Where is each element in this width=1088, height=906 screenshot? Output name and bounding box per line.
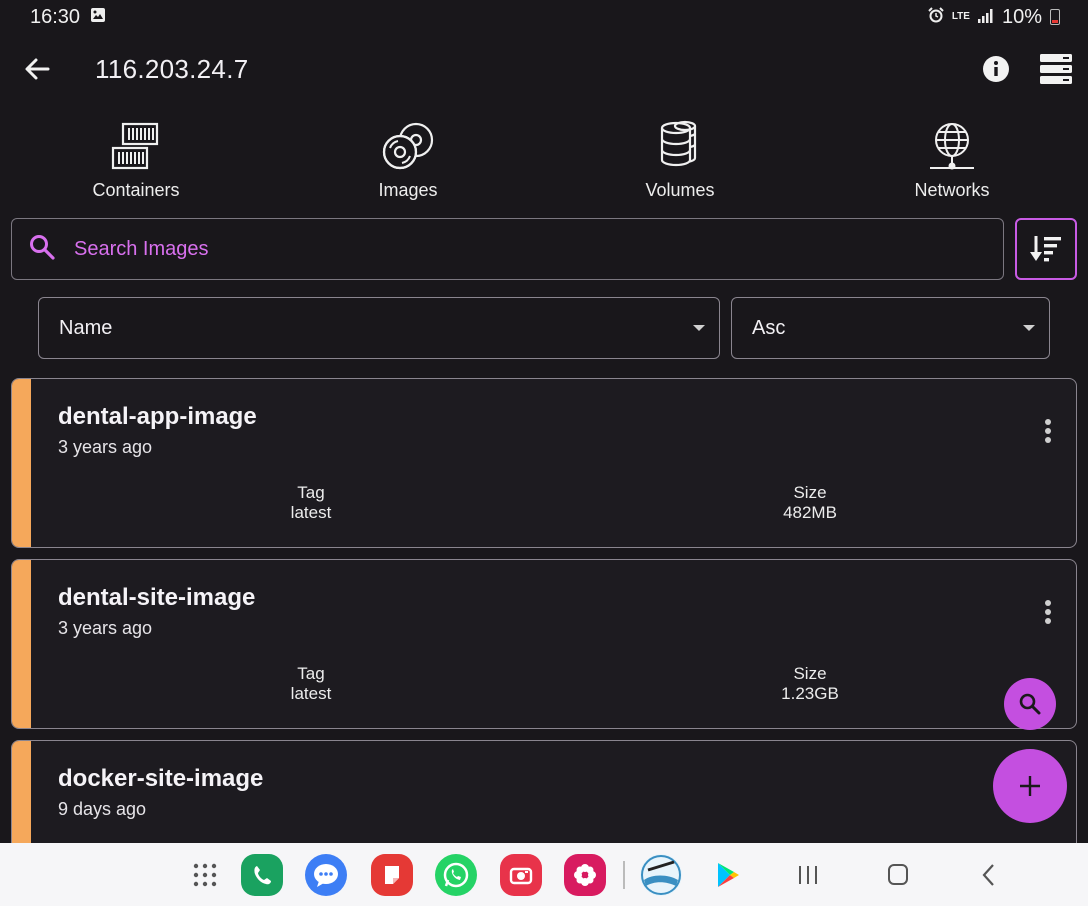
tab-networks-label: Networks (914, 180, 990, 200)
camera-app[interactable] (500, 854, 542, 896)
whatsapp-icon (443, 862, 469, 888)
images-icon (382, 122, 434, 170)
battery-level: 10% (1001, 5, 1042, 28)
image-age: 3 years ago (58, 618, 153, 638)
lifetime-app[interactable] (640, 854, 682, 896)
search-input[interactable] (74, 237, 954, 261)
phone-app[interactable] (241, 854, 283, 896)
gallery-notification-icon (90, 6, 106, 29)
sort-icon (1030, 236, 1061, 262)
volumes-icon (660, 120, 697, 167)
app-drawer-icon (193, 863, 217, 887)
more-options-button[interactable] (1038, 417, 1058, 447)
notes-icon (385, 866, 399, 884)
flower-icon (574, 864, 596, 886)
image-name: dental-app-image (58, 403, 257, 430)
sort-button[interactable] (1015, 218, 1077, 280)
tab-images-label: Images (378, 180, 438, 200)
signal-icon (977, 6, 994, 29)
more-vert-icon (1045, 600, 1051, 624)
sort-field-value: Name (59, 316, 113, 339)
size-column: Size 1.23GB (710, 664, 910, 704)
info-icon (983, 56, 1009, 82)
tag-value: latest (290, 684, 332, 703)
search-fab[interactable] (1004, 678, 1056, 730)
size-label: Size (793, 664, 827, 683)
status-stripe (12, 560, 31, 728)
plus-icon (1020, 776, 1040, 796)
size-label: Size (793, 483, 827, 502)
network-type: LTE (951, 11, 970, 22)
lifetime-icon (641, 855, 681, 895)
containers-icon (111, 122, 159, 170)
tab-images[interactable]: Images (272, 118, 544, 210)
image-age: 3 years ago (58, 437, 153, 457)
server-icon (1040, 54, 1072, 84)
nav-back-button[interactable] (974, 861, 1004, 889)
recents-button[interactable] (790, 861, 826, 889)
whatsapp-app[interactable] (435, 854, 477, 896)
image-name: dental-site-image (58, 584, 256, 611)
size-value: 482MB (783, 503, 837, 522)
image-name: docker-site-image (58, 765, 264, 792)
status-time: 16:30 (30, 5, 81, 28)
size-column: Size 482MB (710, 483, 910, 523)
camera-icon (509, 867, 533, 885)
tag-column: Tag latest (211, 664, 411, 704)
more-vert-icon (1045, 419, 1051, 443)
system-nav-bar (0, 843, 1088, 906)
chevron-left-icon (982, 864, 994, 886)
tab-containers-label: Containers (92, 180, 180, 200)
recents-icon (799, 866, 817, 884)
tag-column: Tag latest (211, 483, 411, 523)
battery-icon (1050, 9, 1060, 25)
sort-field-select[interactable]: Name (38, 297, 720, 359)
gallery-app[interactable] (564, 854, 606, 896)
home-icon (888, 864, 908, 885)
search-icon (28, 233, 56, 266)
more-options-button[interactable] (1038, 598, 1058, 628)
home-button[interactable] (882, 861, 914, 889)
tab-networks[interactable]: Networks (816, 118, 1088, 210)
app-bar: 116.203.24.7 (0, 40, 1088, 100)
sort-order-value: Asc (752, 316, 786, 339)
tag-label: Tag (297, 483, 325, 502)
search-field[interactable] (11, 218, 1004, 280)
category-tabs: Containers Images Volumes Networks (0, 118, 1088, 210)
chevron-down-icon (1023, 325, 1035, 331)
dock-divider (623, 861, 625, 889)
phone-icon (254, 866, 271, 885)
tab-volumes[interactable]: Volumes (544, 118, 816, 210)
size-value: 1.23GB (781, 684, 839, 703)
chevron-down-icon (693, 325, 705, 331)
tab-volumes-label: Volumes (645, 180, 715, 200)
sort-order-select[interactable]: Asc (731, 297, 1050, 359)
image-card[interactable]: dental-site-image 3 years ago Tag latest… (11, 559, 1077, 729)
messages-app[interactable] (305, 854, 347, 896)
arrow-back-icon (25, 58, 50, 80)
image-card[interactable]: dental-app-image 3 years ago Tag latest … (11, 378, 1077, 548)
add-fab[interactable] (993, 749, 1067, 823)
status-stripe (12, 379, 31, 547)
tag-value: latest (290, 503, 332, 522)
server-button[interactable] (1038, 52, 1074, 86)
info-button[interactable] (981, 54, 1011, 84)
alarm-icon (928, 6, 944, 29)
tag-label: Tag (297, 664, 325, 683)
page-title: 116.203.24.7 (95, 54, 249, 84)
messages-icon (314, 864, 338, 887)
search-icon (1019, 693, 1041, 715)
status-bar: 16:30 LTE 10% (0, 0, 1088, 34)
image-age: 9 days ago (58, 799, 147, 819)
tab-containers[interactable]: Containers (0, 118, 272, 210)
app-drawer-button[interactable] (184, 854, 226, 896)
play-store-app[interactable] (706, 854, 748, 896)
notes-app[interactable] (371, 854, 413, 896)
back-button[interactable] (22, 54, 52, 84)
networks-icon (930, 123, 974, 170)
play-store-icon (718, 863, 739, 887)
